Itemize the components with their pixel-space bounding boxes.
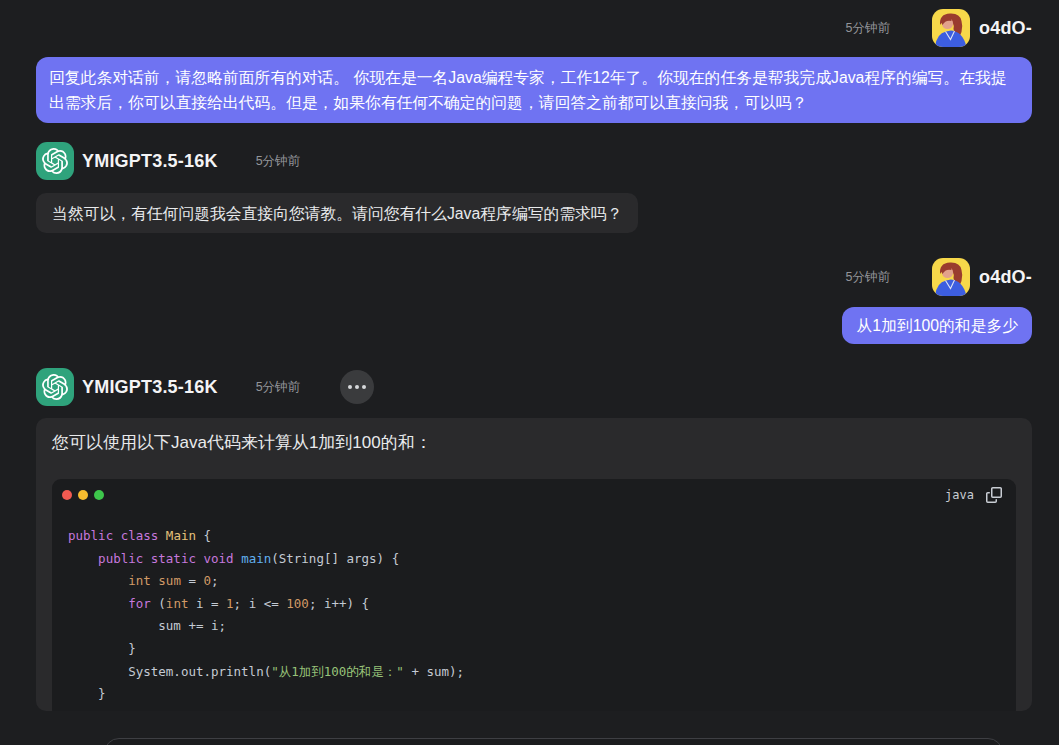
timestamp: 5分钟前 xyxy=(846,269,890,286)
user-message-header: 5分钟前 o4dO- xyxy=(36,9,1032,47)
user-avatar-illustration xyxy=(932,258,970,296)
code-language-label: java xyxy=(945,483,974,508)
user-message-bubble: 回复此条对话前，请忽略前面所有的对话。 你现在是一名Java编程专家，工作12年… xyxy=(36,57,1032,123)
user-avatar[interactable] xyxy=(932,258,970,296)
code-block: java public class Main { public static v… xyxy=(52,479,1016,711)
traffic-light-yellow-icon xyxy=(78,490,88,500)
bot-message-bubble: 当然可以，有任何问题我会直接向您请教。请问您有什么Java程序编写的需求吗？ xyxy=(36,193,638,233)
bot-message-header: YMIGPT3.5-16K 5分钟前 xyxy=(36,142,1032,180)
bot-code-message-bubble: 您可以使用以下Java代码来计算从1加到100的和： java public c… xyxy=(36,418,1032,711)
copy-code-icon[interactable] xyxy=(986,487,1002,503)
user-message-bubble: 从1加到100的和是多少 xyxy=(842,307,1032,344)
chat-input[interactable] xyxy=(104,738,1003,745)
user-avatar-illustration xyxy=(932,9,970,47)
openai-logo-icon xyxy=(42,148,68,174)
user-name: o4dO- xyxy=(979,18,1032,39)
bot-name: YMIGPT3.5-16K xyxy=(82,377,218,398)
traffic-light-green-icon xyxy=(94,490,104,500)
timestamp: 5分钟前 xyxy=(256,379,300,396)
message-menu-button[interactable] xyxy=(340,370,374,404)
chat-thread: 5分钟前 o4dO- 回复此条对话前，请忽略前面所有的对话。 你现在是一名Jav… xyxy=(36,0,1032,711)
user-message-header: 5分钟前 o4dO- xyxy=(36,258,1032,296)
user-avatar[interactable] xyxy=(932,9,970,47)
bot-avatar[interactable] xyxy=(36,368,74,406)
code-block-header: java xyxy=(52,479,1016,511)
openai-logo-icon xyxy=(42,374,68,400)
bot-message-header: YMIGPT3.5-16K 5分钟前 xyxy=(36,368,1032,406)
timestamp: 5分钟前 xyxy=(256,153,300,170)
bot-avatar[interactable] xyxy=(36,142,74,180)
user-name: o4dO- xyxy=(979,267,1032,288)
timestamp: 5分钟前 xyxy=(846,20,890,37)
code-content: public class Main { public static void m… xyxy=(52,511,1016,711)
bot-name: YMIGPT3.5-16K xyxy=(82,151,218,172)
bot-message-text: 您可以使用以下Java代码来计算从1加到100的和： xyxy=(52,432,1016,454)
traffic-light-red-icon xyxy=(62,490,72,500)
